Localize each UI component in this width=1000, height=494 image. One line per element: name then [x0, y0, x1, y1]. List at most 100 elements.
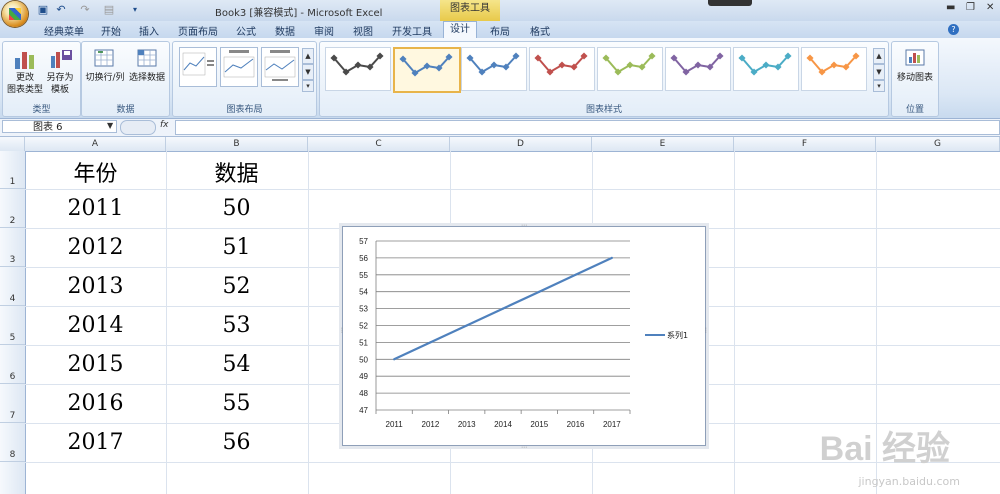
chart-style-3[interactable] — [461, 47, 527, 91]
row-headers: 1 2 3 4 5 6 7 8 — [0, 151, 26, 494]
chart-style-8[interactable] — [801, 47, 867, 91]
save-icon[interactable]: ▣ — [36, 3, 50, 17]
undo-icon[interactable]: ↶ — [54, 3, 68, 17]
chart-object[interactable]: 47 48 49 50 51 52 53 54 55 56 57 2011 2012 2013 2014 20… — [339, 222, 709, 451]
column-header-g[interactable]: G — [876, 137, 1000, 151]
column-header-f[interactable]: F — [734, 137, 876, 151]
chart-style-6[interactable] — [665, 47, 731, 91]
style-more-icon[interactable]: ▾ — [873, 80, 885, 92]
tab-page-layout[interactable]: 页面布局 — [178, 23, 218, 38]
cell-a8[interactable]: 2017 — [25, 430, 166, 455]
cell-b6[interactable]: 54 — [166, 352, 307, 377]
resize-handle-bottom[interactable]: ⋯ — [521, 444, 527, 451]
tab-chart-layout[interactable]: 布局 — [490, 23, 510, 38]
cell-b7[interactable]: 55 — [166, 391, 307, 416]
insert-function-button[interactable]: fx — [160, 120, 174, 133]
layout-scroll-up-icon[interactable]: ▲ — [302, 48, 314, 64]
row-header-3[interactable]: 3 — [0, 228, 25, 267]
row-header-5[interactable]: 5 — [0, 306, 25, 345]
print-preview-icon[interactable]: ▤ — [102, 3, 116, 17]
column-header-c[interactable]: C — [308, 137, 450, 151]
move-chart-icon[interactable] — [903, 47, 927, 69]
row-header-4[interactable]: 4 — [0, 267, 25, 306]
resize-handle-left[interactable]: ⋮ — [339, 327, 345, 334]
chart-style-7[interactable] — [733, 47, 799, 91]
tab-formulas[interactable]: 公式 — [236, 23, 256, 38]
close-icon[interactable]: ✕ — [986, 2, 994, 13]
chart-style-2[interactable] — [393, 47, 461, 93]
style-scroll-down-icon[interactable]: ▼ — [873, 64, 885, 80]
chart-layout-2[interactable] — [220, 47, 258, 87]
data-point — [429, 341, 432, 344]
switch-row-column-icon[interactable] — [92, 47, 116, 69]
tab-home[interactable]: 开始 — [101, 23, 121, 38]
row-header-8[interactable]: 8 — [0, 423, 25, 462]
style-scroll-up-icon[interactable]: ▲ — [873, 48, 885, 64]
tab-classic-menu[interactable]: 经典菜单 — [44, 23, 84, 38]
chart-layout-1[interactable] — [179, 47, 217, 87]
cell-a4[interactable]: 2013 — [25, 274, 166, 299]
resize-handle-right[interactable]: ⋮ — [703, 327, 709, 334]
tab-design[interactable]: 设计 — [443, 21, 477, 39]
cell-b3[interactable]: 51 — [166, 235, 307, 260]
office-button[interactable] — [2, 1, 28, 27]
move-chart-button[interactable]: 移动图表 — [894, 72, 936, 84]
tab-format[interactable]: 格式 — [530, 23, 550, 38]
x-tick-label: 2011 — [386, 420, 404, 429]
cell-a7[interactable]: 2016 — [25, 391, 166, 416]
row-header-6[interactable]: 6 — [0, 345, 25, 384]
x-tick-label: 2014 — [494, 420, 512, 429]
row-header-2[interactable]: 2 — [0, 189, 25, 228]
chart-style-1[interactable] — [325, 47, 391, 91]
cell-a6[interactable]: 2015 — [25, 352, 166, 377]
y-tick-label: 52 — [359, 322, 368, 331]
column-header-d[interactable]: D — [450, 137, 592, 151]
layout-scroll-down-icon[interactable]: ▼ — [302, 64, 314, 80]
formula-expand-handle[interactable] — [120, 120, 156, 135]
tab-insert[interactable]: 插入 — [139, 23, 159, 38]
minimize-icon[interactable]: ▬ — [946, 2, 955, 13]
row-header-7[interactable]: 7 — [0, 384, 25, 423]
customize-quick-access-icon[interactable]: ▾ — [128, 3, 142, 17]
chart-layout-3[interactable] — [261, 47, 299, 87]
tab-developer[interactable]: 开发工具 — [392, 23, 432, 38]
save-template-icon[interactable] — [49, 48, 73, 70]
x-tick-label: 2017 — [603, 420, 621, 429]
cell-a5[interactable]: 2014 — [25, 313, 166, 338]
cell-a2[interactable]: 2011 — [25, 196, 166, 221]
select-all-corner[interactable] — [0, 137, 25, 151]
select-data-icon[interactable] — [135, 47, 159, 69]
name-box[interactable]: 图表 6 — [2, 120, 117, 133]
switch-row-column-button[interactable]: 切换行/列 — [83, 72, 127, 84]
cell-b2[interactable]: 50 — [166, 196, 307, 221]
watermark-logo: Bai 经验 — [819, 430, 950, 468]
tab-view[interactable]: 视图 — [353, 23, 373, 38]
row-header-1[interactable]: 1 — [0, 151, 25, 189]
formula-input[interactable] — [175, 120, 1000, 135]
cell-b8[interactable]: 56 — [166, 430, 307, 455]
cell-a3[interactable]: 2012 — [25, 235, 166, 260]
tab-data[interactable]: 数据 — [275, 23, 295, 38]
layout-more-icon[interactable]: ▾ — [302, 80, 314, 92]
column-header-a[interactable]: A — [25, 137, 166, 151]
chart-style-5[interactable] — [597, 47, 663, 91]
resize-handle-top[interactable]: ⋯ — [521, 222, 527, 229]
cell-b4[interactable]: 52 — [166, 274, 307, 299]
change-chart-type-button[interactable]: 更改 图表类型 — [5, 72, 45, 96]
cell-b1[interactable]: 数据 — [166, 156, 307, 188]
select-data-button[interactable]: 选择数据 — [127, 72, 167, 84]
save-as-template-button[interactable]: 另存为 模板 — [41, 72, 79, 96]
y-tick-label: 49 — [359, 372, 368, 381]
tab-review[interactable]: 审阅 — [314, 23, 334, 38]
chart-style-4[interactable] — [529, 47, 595, 91]
redo-icon[interactable]: ↷ — [78, 3, 92, 17]
change-chart-type-icon[interactable] — [13, 48, 37, 70]
restore-icon[interactable]: ❐ — [966, 2, 975, 13]
help-icon[interactable]: ? — [948, 24, 959, 35]
cell-b5[interactable]: 53 — [166, 313, 307, 338]
column-header-b[interactable]: B — [166, 137, 308, 151]
data-point — [501, 307, 505, 310]
name-box-dropdown-icon[interactable]: ▼ — [107, 121, 113, 130]
cell-a1[interactable]: 年份 — [25, 156, 166, 188]
column-header-e[interactable]: E — [592, 137, 734, 151]
